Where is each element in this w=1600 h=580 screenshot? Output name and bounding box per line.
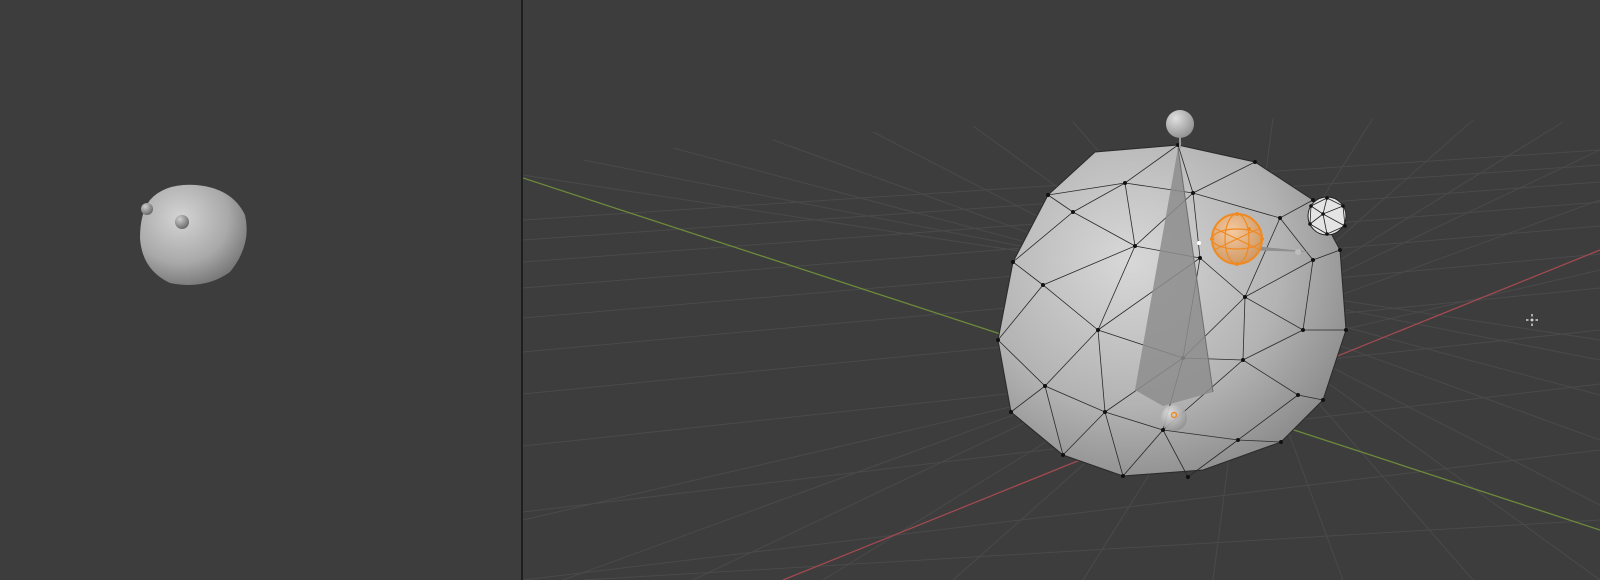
- preview-main-sphere: [140, 184, 247, 285]
- 3d-cursor-icon[interactable]: [1526, 314, 1538, 326]
- bottom-sphere[interactable]: [1161, 405, 1187, 431]
- right-viewport-3d-edit[interactable]: [523, 0, 1600, 580]
- preview-small-sphere-center: [175, 215, 189, 229]
- left-viewport-render-preview[interactable]: [0, 0, 521, 580]
- top-sphere[interactable]: [1166, 110, 1194, 148]
- left-viewport-canvas: [140, 184, 247, 285]
- preview-small-sphere-top-left: [141, 203, 153, 215]
- ico-sphere-small[interactable]: [1307, 196, 1347, 236]
- right-viewport-canvas: [523, 110, 1600, 580]
